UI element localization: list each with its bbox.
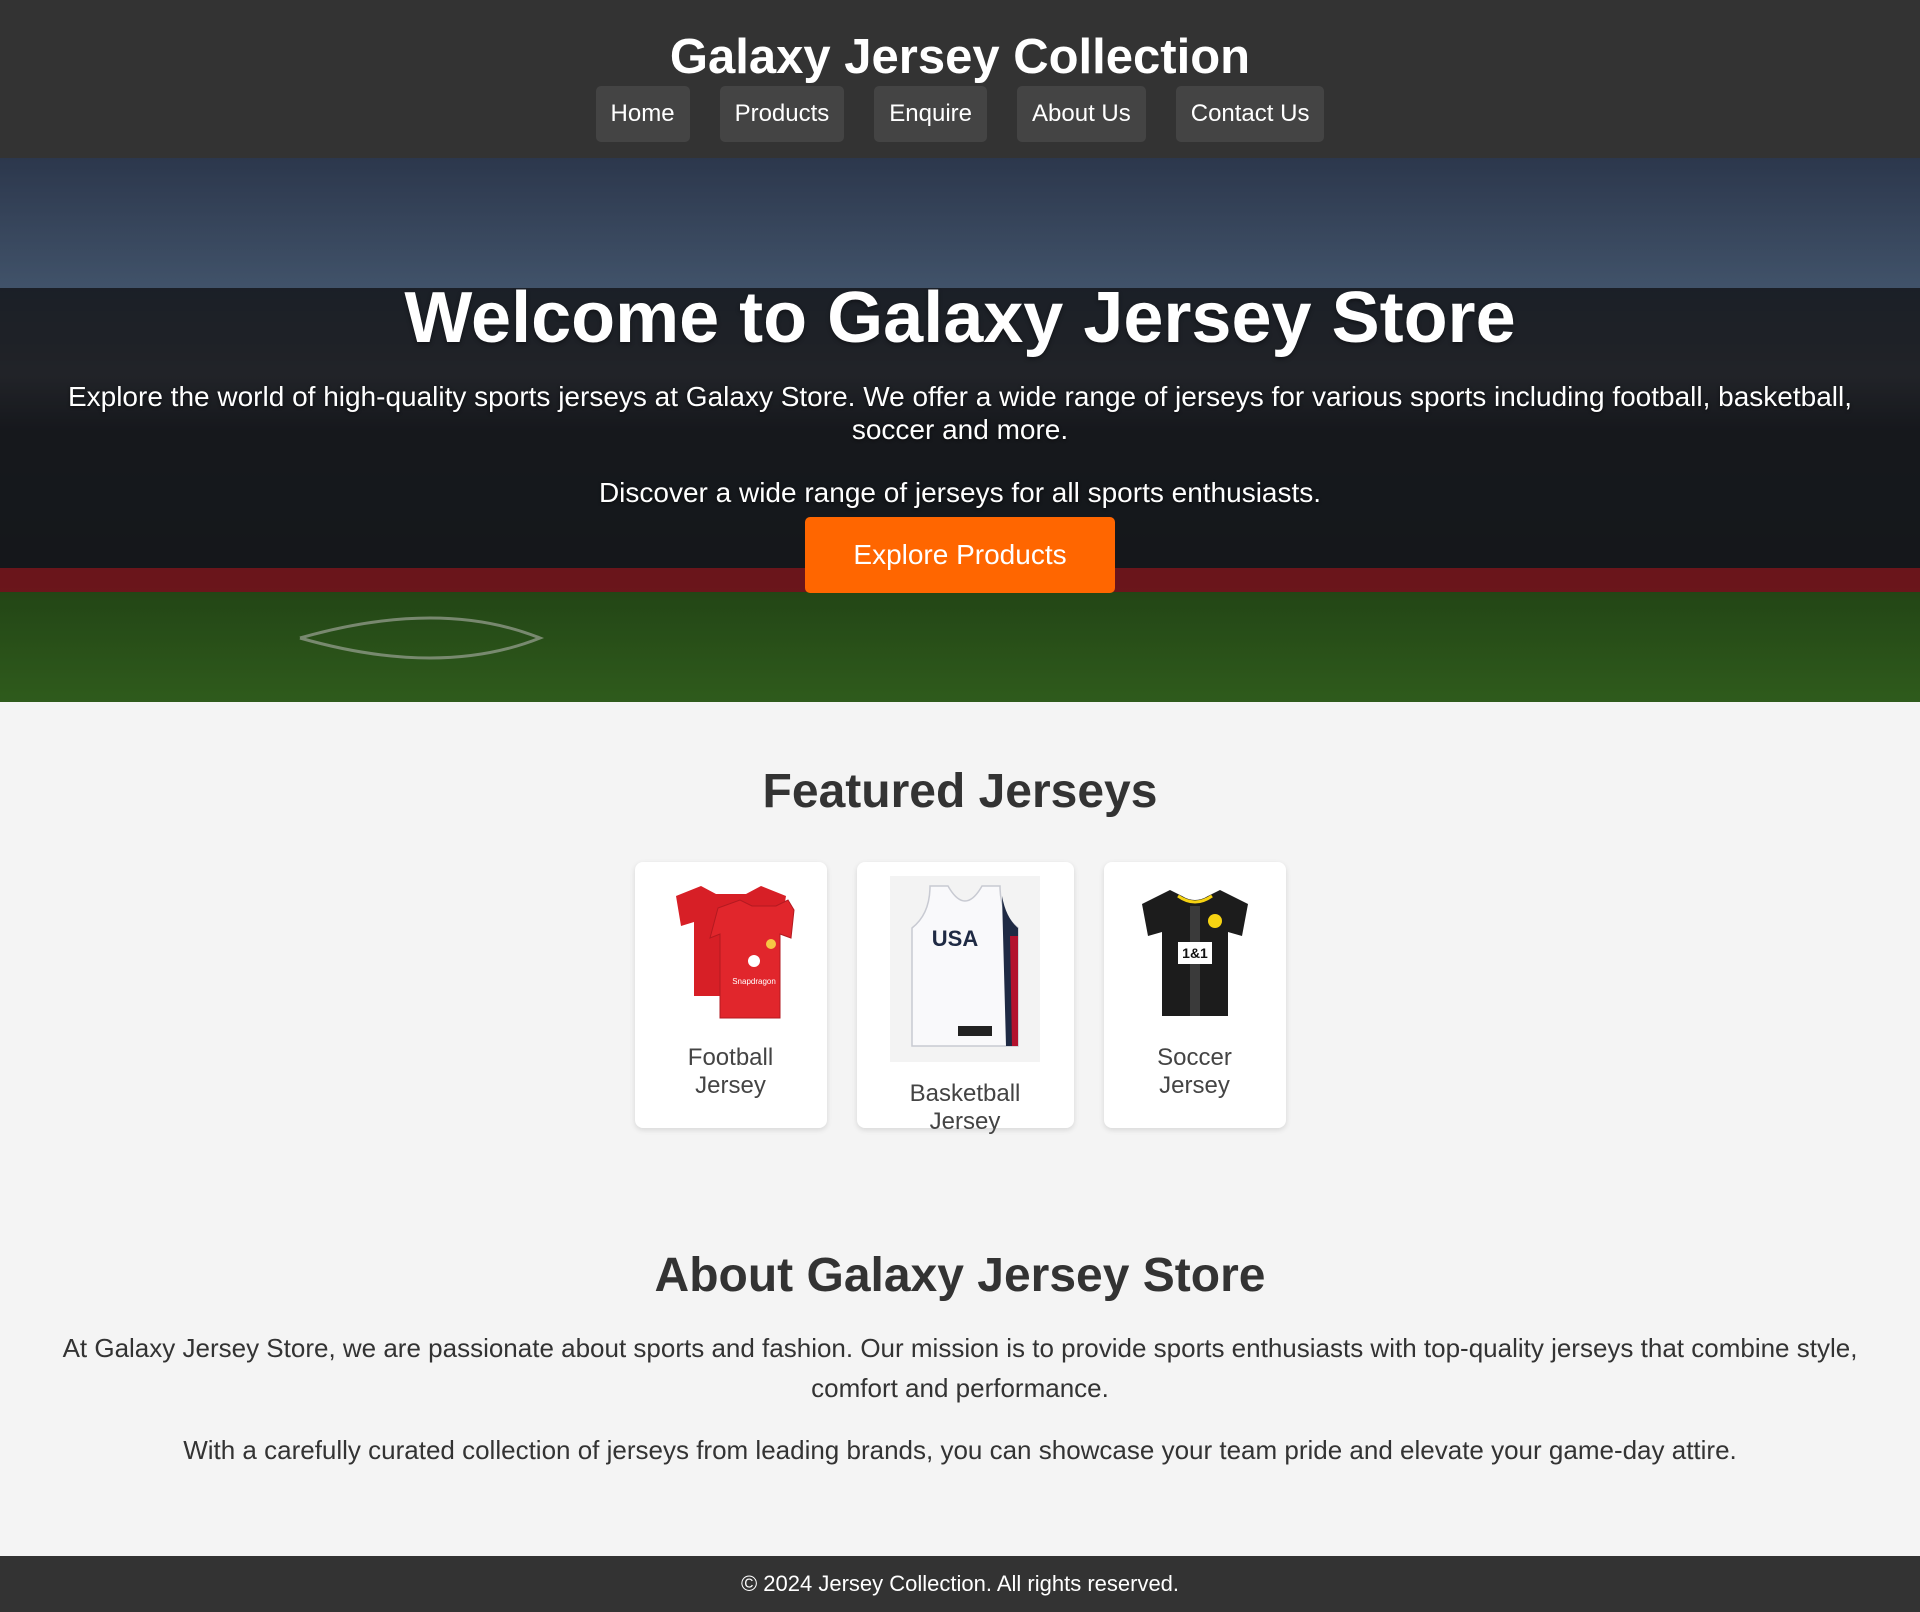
about-paragraph: At Galaxy Jersey Store, we are passionat… <box>62 1333 1858 1403</box>
nav-products[interactable]: Products <box>719 86 845 142</box>
hero-subtitle: Discover a wide range of jerseys for all… <box>598 477 1322 508</box>
hero-content: Welcome to Galaxy Jersey Store Explore t… <box>0 158 1920 593</box>
about-paragraph: With a carefully curated collection of j… <box>183 1435 1737 1465</box>
about-section: About Galaxy Jersey Store At Galaxy Jers… <box>0 1128 1920 1470</box>
product-label: Basketball Jersey <box>909 1080 1021 1135</box>
main-nav: Home Products Enquire About Us Contact U… <box>0 86 1920 142</box>
product-label: Football Jersey <box>687 1044 774 1099</box>
basketball-jersey-image: USA <box>890 876 1040 1062</box>
product-card-soccer[interactable]: 1&1 Soccer Jersey <box>1103 862 1286 1128</box>
hero-description: Explore the world of high-quality sports… <box>67 381 1853 445</box>
featured-cards: Snapdragon Football Jersey USA Basketbal… <box>0 862 1920 1135</box>
nav-contact-us[interactable]: Contact Us <box>1175 86 1325 142</box>
football-jersey-image: Snapdragon <box>675 886 795 1019</box>
soccer-jersey-image: 1&1 <box>1141 890 1248 1016</box>
hero-banner: Welcome to Galaxy Jersey Store Explore t… <box>0 158 1920 702</box>
nav-enquire[interactable]: Enquire <box>874 86 988 142</box>
explore-products-button[interactable]: Explore Products <box>805 517 1115 593</box>
product-card-football[interactable]: Snapdragon Football Jersey <box>634 862 827 1128</box>
nav-about-us[interactable]: About Us <box>1017 86 1146 142</box>
hero-title: Welcome to Galaxy Jersey Store <box>404 278 1516 358</box>
footer-copyright: © 2024 Jersey Collection. All rights res… <box>740 1571 1180 1596</box>
nav-home[interactable]: Home <box>595 86 690 142</box>
product-card-basketball[interactable]: USA Basketball Jersey <box>856 862 1074 1135</box>
about-title: About Galaxy Jersey Store <box>654 1249 1266 1302</box>
site-footer: © 2024 Jersey Collection. All rights res… <box>0 1556 1920 1612</box>
svg-text:1&1: 1&1 <box>1182 945 1208 961</box>
svg-text:USA: USA <box>932 926 979 951</box>
site-header: Galaxy Jersey Collection Home Products E… <box>0 0 1920 158</box>
svg-text:Snapdragon: Snapdragon <box>732 977 776 986</box>
product-label: Soccer Jersey <box>1157 1044 1232 1099</box>
featured-title: Featured Jerseys <box>762 765 1158 818</box>
site-title: Galaxy Jersey Collection <box>669 30 1251 84</box>
featured-section: Featured Jerseys Snapdragon Football Jer… <box>0 702 1920 1135</box>
